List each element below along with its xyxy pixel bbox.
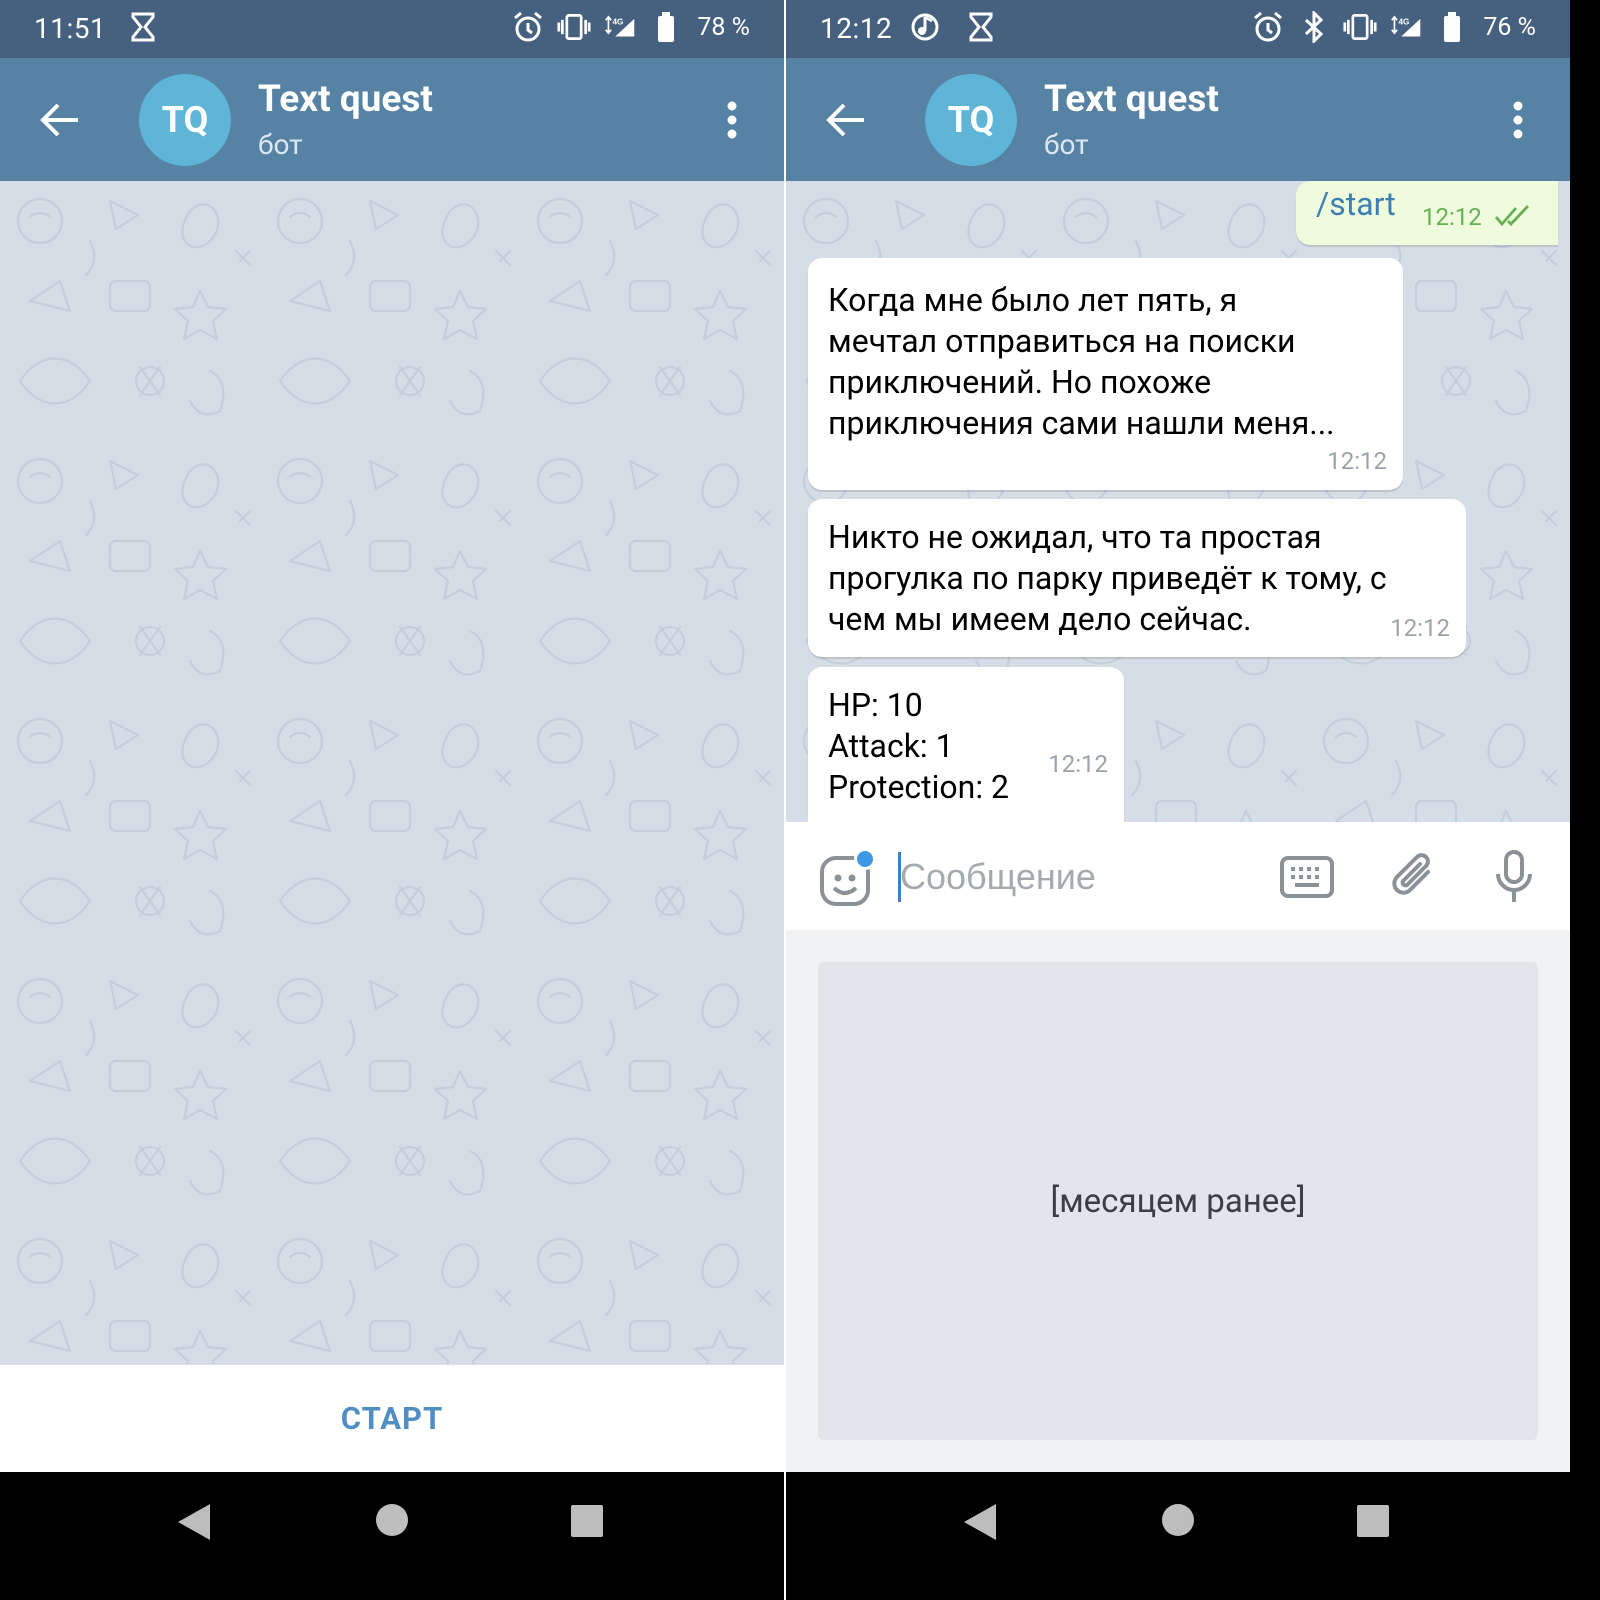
message-line: Когда мне было лет пять, я: [828, 281, 1238, 319]
message-line: мечтал отправиться на поиски: [828, 322, 1296, 360]
nav-home-icon[interactable]: [374, 1502, 410, 1538]
alarm-icon: [1251, 10, 1285, 44]
message-time: 12:12: [1048, 750, 1108, 778]
keyboard-icon[interactable]: [1280, 856, 1334, 898]
message-time: 12:12: [1390, 614, 1450, 642]
back-arrow-icon[interactable]: [36, 96, 84, 144]
nav-home-icon[interactable]: [1160, 1502, 1196, 1538]
message-time: 12:12: [1327, 447, 1387, 475]
chat-subtitle: бот: [258, 128, 303, 161]
message-line: приключений. Но похоже: [828, 363, 1212, 401]
music-note-icon: [908, 10, 942, 44]
navigation-bar: [0, 1472, 784, 1600]
message-line: прогулка по парку приведёт к тому, с: [828, 559, 1387, 597]
left-screen: 11:51 4G 78 % TQ Text quest бот СТАРТ: [0, 0, 784, 1600]
incoming-message[interactable]: HP: 10 Attack: 1 Protection: 2 12:12: [808, 667, 1124, 822]
right-screen: 12:12 4G 76 % TQ Text quest бот /start 1…: [786, 0, 1570, 1600]
more-vert-icon[interactable]: [710, 98, 754, 142]
chat-subtitle: бот: [1044, 128, 1089, 161]
chat-history: /start 12:12 Когда мне было лет пять, я …: [786, 181, 1570, 822]
message-line: чем мы имеем дело сейчас.: [828, 600, 1252, 638]
incoming-message[interactable]: Когда мне было лет пять, я мечтал отправ…: [808, 258, 1403, 490]
back-arrow-icon[interactable]: [822, 96, 870, 144]
chat-header: TQ Text quest бот: [0, 58, 784, 181]
signal-icon: 4G: [603, 10, 637, 44]
status-left-icons: [126, 10, 160, 44]
chat-title[interactable]: Text quest: [258, 78, 433, 121]
signal-icon: 4G: [1389, 10, 1423, 44]
status-left-icons: [908, 10, 998, 44]
chat-wallpaper: [0, 181, 784, 1364]
chat-title[interactable]: Text quest: [1044, 78, 1219, 121]
vibrate-icon: [557, 10, 591, 44]
avatar[interactable]: TQ: [139, 74, 231, 166]
status-time: 11:51: [34, 12, 107, 45]
alarm-icon: [511, 10, 545, 44]
battery-percent: 78 %: [697, 12, 750, 42]
hourglass-icon: [964, 10, 998, 44]
message-line: приключения сами нашли меня...: [828, 404, 1335, 442]
start-button-label: СТАРТ: [340, 1400, 444, 1437]
bot-reply-button[interactable]: [месяцем ранее]: [818, 962, 1538, 1440]
paperclip-icon[interactable]: [1390, 850, 1438, 902]
vibrate-icon: [1343, 10, 1377, 44]
navigation-bar: [786, 1472, 1570, 1600]
avatar-initials: TQ: [161, 99, 209, 141]
start-button[interactable]: СТАРТ: [0, 1364, 784, 1472]
screen-edge: [1570, 0, 1600, 1600]
message-composer: [786, 822, 1570, 930]
svg-text:4G: 4G: [613, 17, 624, 26]
message-line: Никто не ожидал, что та простая: [828, 518, 1322, 556]
message-line: HP: 10: [828, 686, 923, 724]
bot-reply-button-label: [месяцем ранее]: [1050, 1181, 1306, 1221]
status-time: 12:12: [820, 12, 893, 45]
microphone-icon[interactable]: [1494, 850, 1534, 904]
battery-percent: 76 %: [1483, 12, 1536, 42]
bluetooth-icon: [1297, 10, 1331, 44]
message-input[interactable]: [900, 850, 1260, 904]
status-right-icons: 4G 78 %: [511, 10, 750, 44]
message-text[interactable]: /start: [1316, 185, 1396, 223]
nav-back-icon[interactable]: [176, 1502, 212, 1542]
nav-recent-icon[interactable]: [570, 1504, 604, 1538]
status-bar: 11:51 4G 78 %: [0, 0, 784, 58]
avatar[interactable]: TQ: [925, 74, 1017, 166]
nav-recent-icon[interactable]: [1356, 1504, 1390, 1538]
nav-back-icon[interactable]: [962, 1502, 998, 1542]
hourglass-icon: [126, 10, 160, 44]
chat-header: TQ Text quest бот: [786, 58, 1570, 181]
status-bar: 12:12 4G 76 %: [786, 0, 1570, 58]
message-time: 12:12: [1422, 203, 1482, 231]
avatar-initials: TQ: [947, 99, 995, 141]
more-vert-icon[interactable]: [1496, 98, 1540, 142]
status-right-icons: 4G 76 %: [1251, 10, 1536, 44]
incoming-message[interactable]: Никто не ожидал, что та простая прогулка…: [808, 499, 1466, 657]
double-check-icon: [1494, 205, 1530, 227]
bot-keyboard-area: [месяцем ранее]: [786, 930, 1570, 1472]
battery-icon: [1435, 10, 1469, 44]
svg-text:4G: 4G: [1399, 17, 1410, 26]
outgoing-message[interactable]: /start 12:12: [1296, 181, 1558, 245]
wallpaper-doodles: [0, 181, 784, 1364]
notification-dot: [854, 848, 876, 870]
battery-icon: [649, 10, 683, 44]
